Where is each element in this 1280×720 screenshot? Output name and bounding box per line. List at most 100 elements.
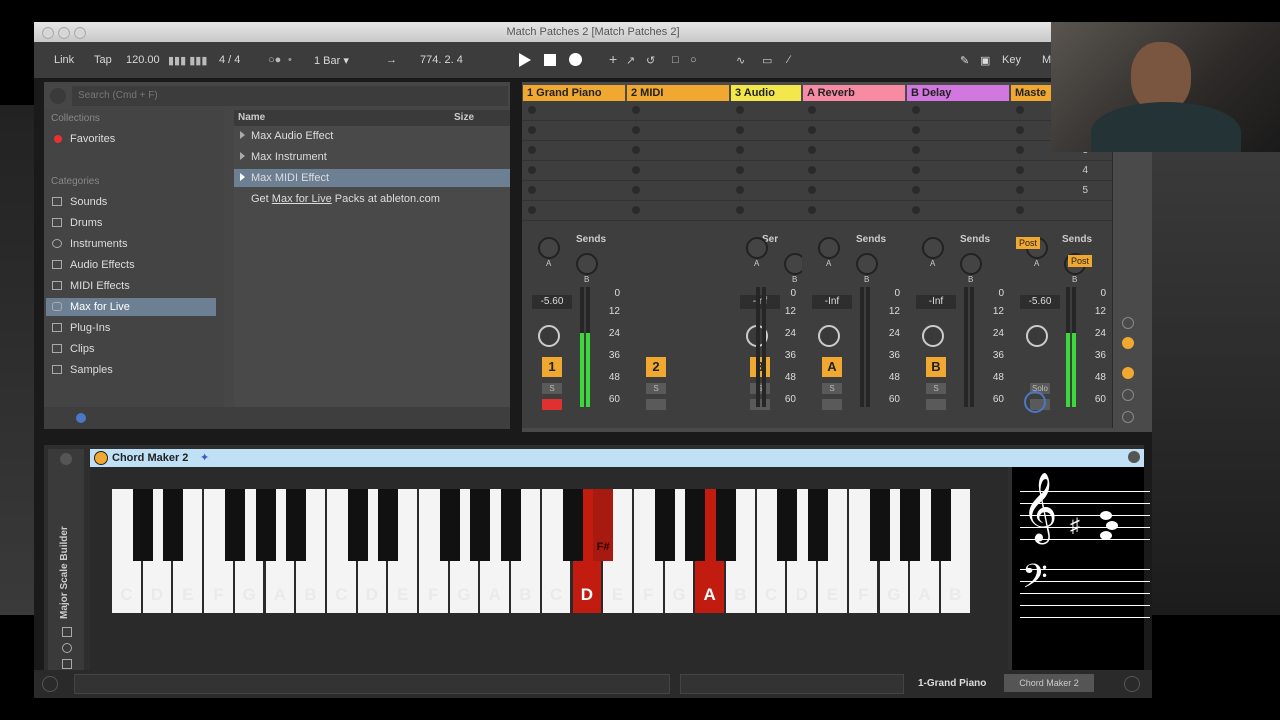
- clip-stop-icon[interactable]: [912, 106, 920, 114]
- arm-button[interactable]: [750, 399, 770, 410]
- clip-slot[interactable]: [1010, 161, 1112, 181]
- clip-slot[interactable]: [522, 101, 626, 121]
- returns-toggle-icon[interactable]: [1122, 367, 1134, 379]
- clip-slot[interactable]: [1010, 201, 1112, 221]
- metronome-icon[interactable]: ○●: [268, 54, 281, 66]
- clip-stop-icon[interactable]: [808, 206, 816, 214]
- sidebar-item-samples[interactable]: Samples: [46, 361, 216, 379]
- track-activator[interactable]: A: [822, 357, 842, 377]
- send-b-knob[interactable]: [960, 253, 982, 275]
- io-toggle-icon[interactable]: [1122, 317, 1134, 329]
- key-map-button[interactable]: Key: [1002, 54, 1021, 66]
- post-button[interactable]: Post: [1068, 255, 1093, 267]
- clip-stop-icon[interactable]: [912, 186, 920, 194]
- selected-device-tab[interactable]: Chord Maker 2: [1004, 674, 1094, 692]
- clip-slot[interactable]: [906, 141, 1010, 161]
- solo-button[interactable]: S: [926, 383, 946, 394]
- expand-arrow-icon[interactable]: [240, 152, 245, 160]
- pencil-icon[interactable]: ✎: [960, 54, 969, 67]
- link-button[interactable]: Link: [54, 54, 74, 66]
- clip-stop-icon[interactable]: [1016, 146, 1024, 154]
- clip-slot[interactable]: [522, 201, 626, 221]
- sidebar-item-max-for-live[interactable]: Max for Live: [46, 298, 216, 316]
- arm-button[interactable]: [542, 399, 562, 410]
- device-on-icon[interactable]: [94, 451, 108, 465]
- clip-stop-icon[interactable]: [808, 186, 816, 194]
- list-item[interactable]: Max MIDI Effect: [234, 169, 510, 187]
- pan-knob[interactable]: [818, 325, 840, 347]
- computer-midi-icon[interactable]: ▭: [762, 54, 772, 67]
- track-activator[interactable]: 3: [750, 357, 770, 377]
- save-preset-icon[interactable]: [62, 627, 72, 637]
- re-enable-automation-icon[interactable]: ↺: [646, 54, 655, 67]
- clip-stop-icon[interactable]: [912, 146, 920, 154]
- black-key[interactable]: [930, 489, 951, 561]
- sidebar-item-audio-effects[interactable]: Audio Effects: [46, 256, 216, 274]
- clip-slot[interactable]: [626, 101, 730, 121]
- clip-slot[interactable]: [730, 181, 802, 201]
- follow-arrow-icon[interactable]: →: [386, 54, 397, 66]
- clip-slot[interactable]: [906, 101, 1010, 121]
- sidebar-item-instruments[interactable]: Instruments: [46, 235, 216, 253]
- name-column-header[interactable]: Name: [238, 112, 265, 123]
- clip-stop-icon[interactable]: [1016, 166, 1024, 174]
- clip-stop-icon[interactable]: [912, 166, 920, 174]
- black-key[interactable]: [286, 489, 307, 561]
- track-activator[interactable]: 2: [646, 357, 666, 377]
- expand-arrow-icon[interactable]: [240, 173, 245, 181]
- clip-slot[interactable]: [906, 201, 1010, 221]
- black-key[interactable]: [224, 489, 245, 561]
- black-key[interactable]: [777, 489, 798, 561]
- black-key[interactable]: [808, 489, 829, 561]
- clip-stop-icon[interactable]: [632, 186, 640, 194]
- crossfader-toggle-icon[interactable]: [1122, 411, 1134, 423]
- detail-toggle-icon[interactable]: [1124, 676, 1140, 692]
- clip-stop-icon[interactable]: [528, 146, 536, 154]
- session-record-icon[interactable]: ○: [690, 54, 697, 66]
- piano-keyboard[interactable]: C D E F G A B C D E F G A B C D E F G A B C D E F G A B F#: [112, 489, 972, 613]
- clip-stop-icon[interactable]: [912, 126, 920, 134]
- list-item[interactable]: Max Audio Effect: [234, 127, 510, 145]
- pan-knob[interactable]: [538, 325, 560, 347]
- clip-stop-icon[interactable]: [736, 106, 744, 114]
- black-key[interactable]: [562, 489, 583, 561]
- clip-slot[interactable]: [906, 121, 1010, 141]
- track-header[interactable]: 3 Audio: [731, 85, 801, 101]
- clip-stop-icon[interactable]: [1016, 206, 1024, 214]
- clip-stop-icon[interactable]: [736, 186, 744, 194]
- clip-stop-icon[interactable]: [632, 206, 640, 214]
- send-a-knob[interactable]: [818, 237, 840, 259]
- browser-toggle-icon[interactable]: [50, 88, 66, 104]
- clip-stop-icon[interactable]: [808, 106, 816, 114]
- clip-stop-icon[interactable]: [632, 126, 640, 134]
- send-b-knob[interactable]: [576, 253, 598, 275]
- pencil-line-icon[interactable]: ∕: [788, 54, 790, 66]
- sidebar-item-favorites[interactable]: Favorites: [46, 130, 216, 148]
- clip-stop-icon[interactable]: [528, 166, 536, 174]
- clip-stop-icon[interactable]: [736, 126, 744, 134]
- black-key[interactable]: [501, 489, 522, 561]
- metronome-bars-icon[interactable]: ▮▮▮ ▮▮▮: [168, 54, 207, 67]
- solo-button[interactable]: S: [542, 383, 562, 394]
- clip-slot[interactable]: [730, 201, 802, 221]
- clip-stop-icon[interactable]: [632, 166, 640, 174]
- post-button[interactable]: Post: [1016, 237, 1041, 249]
- volume-field[interactable]: -5.60: [532, 295, 572, 309]
- clip-slot[interactable]: [522, 181, 626, 201]
- clip-stop-icon[interactable]: [736, 146, 744, 154]
- volume-field[interactable]: -Inf: [916, 295, 956, 309]
- plus-icon[interactable]: +: [609, 51, 617, 67]
- solo-button[interactable]: S: [750, 383, 770, 394]
- max-for-live-link[interactable]: Max for Live: [272, 193, 332, 205]
- device-settings-icon[interactable]: [1128, 451, 1140, 463]
- device-activator-icon[interactable]: [60, 453, 72, 465]
- clip-slot[interactable]: [730, 161, 802, 181]
- clip-slot[interactable]: [802, 161, 906, 181]
- clip-stop-icon[interactable]: [632, 146, 640, 154]
- black-key[interactable]: [685, 489, 706, 561]
- sidebar-item-midi-effects[interactable]: MIDI Effects: [46, 277, 216, 295]
- send-b-knob[interactable]: [856, 253, 878, 275]
- size-column-header[interactable]: Size: [454, 112, 474, 123]
- track-header[interactable]: B Delay: [907, 85, 1009, 101]
- black-key[interactable]: [255, 489, 276, 561]
